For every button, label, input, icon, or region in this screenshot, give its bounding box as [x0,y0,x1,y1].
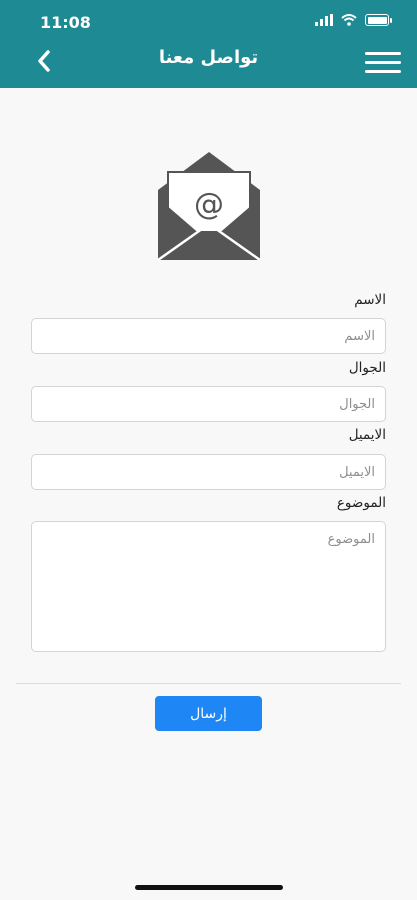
status-time: 11:08 [40,13,91,32]
page-title: تواصل معنا [158,47,259,68]
phone-field[interactable] [31,386,386,422]
battery-icon [365,14,392,26]
divider [16,683,401,684]
subject-label: الموضوع [336,495,386,511]
signal-icon [315,14,333,26]
svg-text:@: @ [194,187,224,222]
phone-label: الجوال [348,360,386,376]
menu-icon-bar [365,61,401,64]
home-indicator [135,885,283,890]
email-field[interactable] [31,454,386,490]
wifi-icon [341,14,357,26]
email-label: الايميل [348,427,386,443]
app-header: 11:08 تواصل معنا [0,0,417,88]
subject-field[interactable] [31,521,386,652]
status-icons [315,14,392,26]
name-label: الاسم [354,292,386,308]
send-button[interactable]: إرسال [155,696,262,731]
menu-icon-bar [365,70,401,73]
envelope-icon: @ [157,152,261,262]
menu-icon-bar [365,52,401,55]
menu-button[interactable] [365,52,401,74]
name-field[interactable] [31,318,386,354]
